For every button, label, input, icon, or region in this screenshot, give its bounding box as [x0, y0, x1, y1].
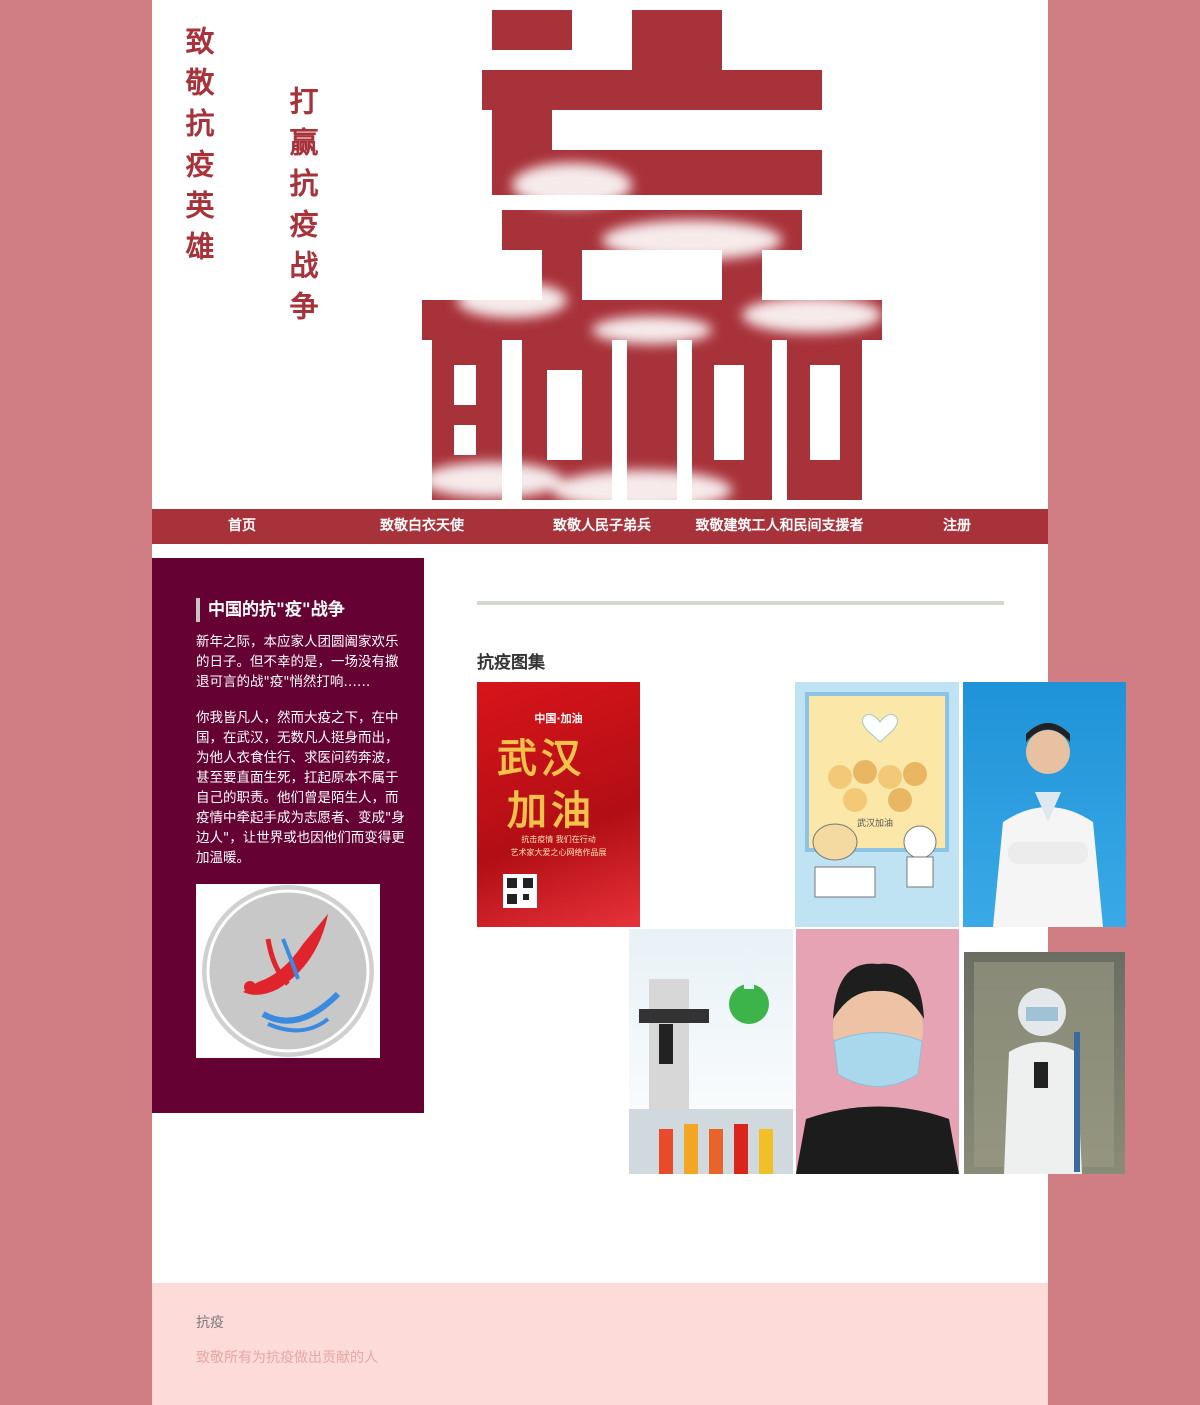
footer-subtitle: 致敬所有为抗疫做出贡献的人: [196, 1350, 378, 1366]
qr-code-icon: [503, 874, 537, 908]
masked-person-illustration: [796, 963, 959, 1174]
hero-banner: 致敬抗疫英雄 打赢抗疫战争: [152, 0, 1048, 509]
gallery-image-laboratory[interactable]: [629, 929, 793, 1174]
poster-line-2: 艺术家大爱之心网络作品展: [510, 848, 607, 857]
footer-title: 抗疫: [196, 1315, 224, 1331]
gallery-image-protective-suit[interactable]: [964, 952, 1125, 1174]
win-character-artwork: [422, 10, 882, 509]
gallery-title: 抗疫图集: [477, 653, 545, 673]
sidebar: 中国的抗"疫"战争 新年之际，本应家人团圆阖家欢乐的日子。但不幸的是，一场没有撤…: [152, 558, 424, 1113]
nav-medical-workers[interactable]: 致敬白衣天使: [362, 509, 482, 544]
footer: 抗疫 致敬所有为抗疫做出贡献的人: [152, 1283, 1048, 1405]
protective-suit-illustration: [974, 962, 1114, 1174]
dove-logo: [196, 884, 380, 1058]
doctor-illustration: [993, 723, 1103, 927]
nav-soldiers[interactable]: 致敬人民子弟兵: [537, 509, 667, 544]
cartoon-illustration: [812, 714, 937, 898]
nav-register[interactable]: 注册: [932, 509, 982, 544]
sidebar-paragraph-1: 新年之际，本应家人团圆阖家欢乐的日子。但不幸的是，一场没有撤退可言的战"疫"悄然…: [196, 634, 399, 690]
dove-logo-icon: [202, 885, 374, 1057]
main-nav: 首页 致敬白衣天使 致敬人民子弟兵 致敬建筑工人和民间支援者 注册: [152, 509, 1048, 544]
nav-home[interactable]: 首页: [212, 509, 272, 544]
gallery-image-cartoon[interactable]: 武汉加油: [795, 682, 959, 927]
poster-line-1: 抗击疫情 我们在行动: [521, 835, 596, 844]
poem-right: 打赢抗疫战争: [285, 86, 319, 332]
laboratory-illustration: [629, 949, 793, 1174]
content-divider: [477, 601, 1004, 605]
nav-builders-volunteers[interactable]: 致敬建筑工人和民间支援者: [687, 509, 872, 544]
gallery-image-doctor[interactable]: [963, 682, 1126, 927]
poster-main-2: 加油: [507, 787, 595, 834]
gallery-image-masked-person[interactable]: [796, 929, 959, 1174]
sidebar-paragraph-2: 你我皆凡人，然而大疫之下，在中国，在武汉，无数凡人挺身而出，为他人衣食住行、求医…: [196, 710, 405, 866]
poster-top-text: 中国·加油: [534, 712, 583, 725]
page: 致敬抗疫英雄 打赢抗疫战争 首页 致敬白衣天使 致敬人民子弟兵 致敬建筑工人和民…: [152, 0, 1126, 1405]
cartoon-banner-text: 武汉加油: [857, 819, 894, 829]
poem-left: 致敬抗疫英雄: [181, 26, 215, 272]
sidebar-title: 中国的抗"疫"战争: [196, 598, 408, 622]
gallery-image-wuhan-poster[interactable]: 中国·加油 武汉 加油 抗击疫情 我们在行动 艺术家大爱之心网络作品展: [477, 682, 640, 927]
poster-main-1: 武汉: [497, 735, 585, 782]
